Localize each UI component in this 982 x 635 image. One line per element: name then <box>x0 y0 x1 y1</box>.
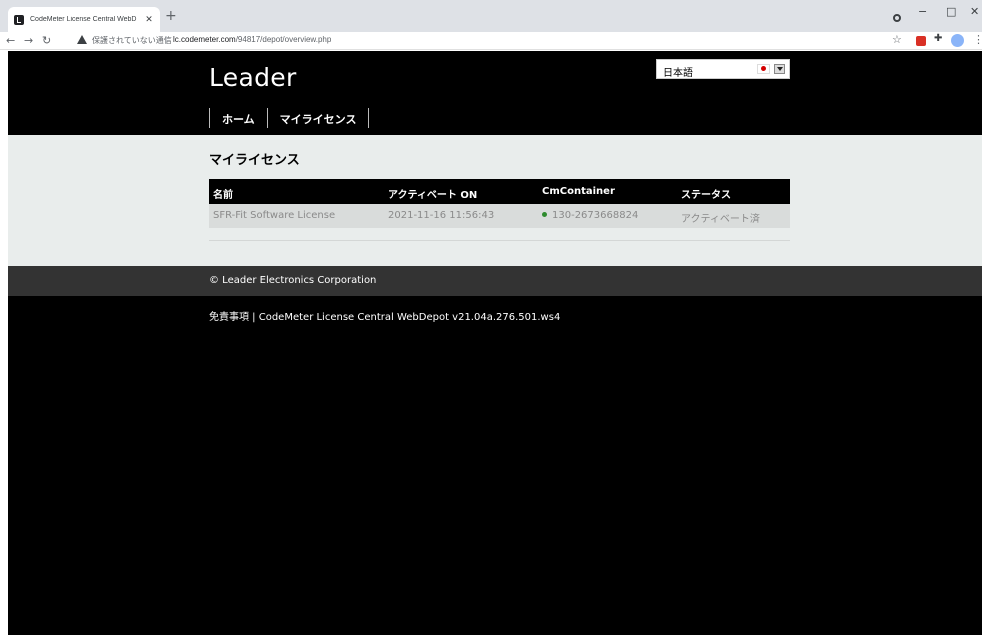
divider <box>209 240 790 241</box>
version-text: CodeMeter License Central WebDepot v21.0… <box>258 312 561 323</box>
avatar[interactable] <box>951 34 964 47</box>
page-title: マイライセンス <box>209 153 300 168</box>
extensions-puzzle-icon[interactable]: ✚ <box>934 33 942 44</box>
disclaimer-link[interactable]: 免責事項 <box>209 312 249 323</box>
copyright-text: © Leader Electronics Corporation <box>209 275 377 286</box>
tab-close-icon[interactable]: ✕ <box>144 15 154 25</box>
star-icon[interactable]: ☆ <box>892 33 902 46</box>
main-nav: ホーム マイライセンス <box>209 108 370 128</box>
license-table: 名前 アクティベート ON CmContainer ステータス SFR-Fit … <box>209 179 790 228</box>
column-header-name: 名前 <box>213 190 233 201</box>
url-host: lc.codemeter.com <box>173 35 236 44</box>
browser-window: CodeMeter License Central WebD ✕ + − □ ✕… <box>0 0 982 635</box>
back-arrow-icon[interactable]: ← <box>6 33 15 48</box>
container-cell: 130-2673668824 <box>538 204 677 228</box>
language-select[interactable]: 日本語 <box>656 59 790 79</box>
footer-separator: | <box>249 312 259 323</box>
main-content: マイライセンス 名前 アクティベート ON CmContainer ステータス … <box>8 135 982 266</box>
column-header-activated-on: アクティベート ON <box>388 190 478 201</box>
column-header-container: CmContainer <box>542 186 615 197</box>
license-status: アクティベート済 <box>681 214 760 225</box>
site-footer: © Leader Electronics Corporation <box>8 266 982 296</box>
browser-tab[interactable]: CodeMeter License Central WebD ✕ <box>8 7 160 32</box>
minimize-button[interactable]: − <box>918 6 927 18</box>
site-header: Leader ホーム マイライセンス 日本語 <box>8 51 982 135</box>
container-id: 130-2673668824 <box>552 210 639 221</box>
security-status[interactable]: 保護されていない通信 <box>92 35 172 46</box>
url-field[interactable]: lc.codemeter.com/94817/depot/overview.ph… <box>173 35 331 44</box>
profile-indicator-icon[interactable] <box>893 14 901 22</box>
page-viewport: Leader ホーム マイライセンス 日本語 マイライセンス 名前 アクティベー… <box>8 51 982 635</box>
language-selected-value: 日本語 <box>663 68 693 79</box>
maximize-button[interactable]: □ <box>946 6 956 18</box>
reload-icon[interactable]: ↻ <box>42 33 51 48</box>
chevron-down-icon[interactable] <box>774 64 785 74</box>
table-row[interactable]: SFR-Fit Software License 2021-11-16 11:5… <box>209 204 790 228</box>
footer-links: 免責事項 | CodeMeter License Central WebDepo… <box>209 308 560 323</box>
active-status-icon <box>542 211 547 217</box>
address-toolbar: ← → ↻ 保護されていない通信 | lc.codemeter.com/9481… <box>0 32 982 50</box>
tab-strip: CodeMeter License Central WebD ✕ + − □ ✕ <box>0 0 982 32</box>
pdf-extension-icon[interactable] <box>916 36 926 46</box>
warning-triangle-icon[interactable] <box>77 35 87 44</box>
forward-arrow-icon[interactable]: → <box>24 33 33 48</box>
table-header: 名前 アクティベート ON CmContainer ステータス <box>209 179 790 204</box>
nav-item-my-licenses[interactable]: マイライセンス <box>268 108 370 128</box>
address-separator: | <box>165 35 168 44</box>
license-name[interactable]: SFR-Fit Software License <box>209 204 384 228</box>
browser-menu-icon[interactable]: ⋮ <box>973 33 982 46</box>
japan-flag-icon <box>757 64 770 74</box>
tab-title: CodeMeter License Central WebD <box>30 16 137 23</box>
column-header-status: ステータス <box>681 190 731 201</box>
activation-date: 2021-11-16 11:56:43 <box>388 210 495 221</box>
nav-item-home[interactable]: ホーム <box>210 108 268 128</box>
leader-logo[interactable]: Leader <box>209 63 297 92</box>
codemeter-favicon-icon <box>14 14 24 25</box>
close-window-button[interactable]: ✕ <box>970 6 979 18</box>
new-tab-button[interactable]: + <box>165 9 177 23</box>
url-path: /94817/depot/overview.php <box>235 35 332 44</box>
